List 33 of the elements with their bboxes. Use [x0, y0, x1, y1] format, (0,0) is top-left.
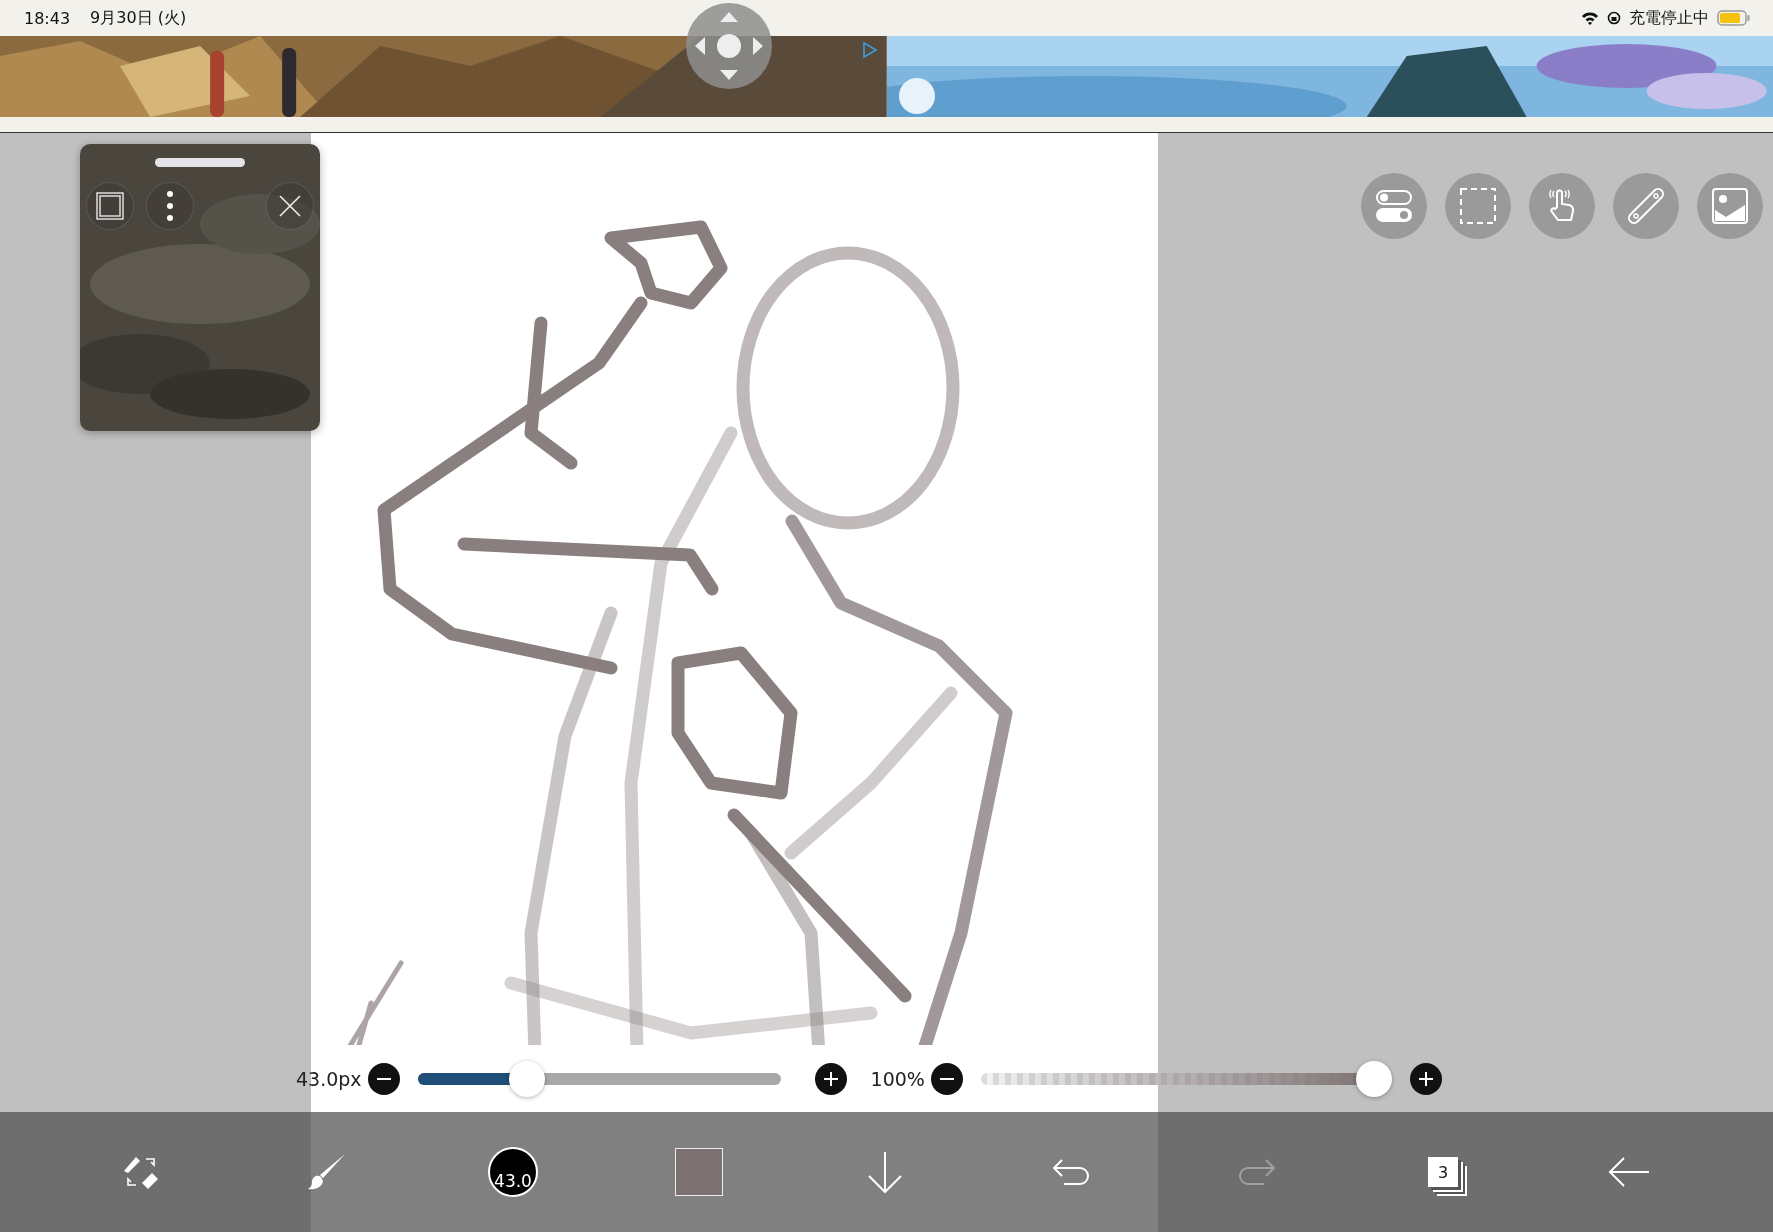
slider-thumb[interactable]	[1355, 1061, 1392, 1097]
brush-icon[interactable]	[307, 1152, 347, 1192]
move-control-icon[interactable]	[685, 2, 773, 90]
plus-icon	[1418, 1072, 1433, 1086]
down-arrow-icon[interactable]	[867, 1150, 903, 1194]
battery-icon	[1717, 10, 1751, 26]
square-icon	[96, 192, 124, 220]
undo-icon[interactable]	[1052, 1158, 1090, 1186]
selection-icon	[1460, 188, 1496, 224]
close-icon	[279, 195, 301, 217]
status-time: 18:43	[24, 8, 71, 28]
ruler-icon	[1627, 187, 1665, 225]
toggle-switch-icon	[1376, 190, 1412, 222]
wifi-icon	[1581, 11, 1599, 25]
increase-button[interactable]	[1409, 1063, 1442, 1095]
charging-status: 充電停止中	[1629, 7, 1709, 29]
color-swatch[interactable]	[675, 1148, 723, 1196]
drag-handle[interactable]	[155, 158, 245, 167]
plus-icon	[823, 1072, 838, 1086]
lock-rotation-icon	[1607, 11, 1621, 25]
status-date: 9月30日 (火)	[90, 7, 187, 29]
minus-icon	[376, 1078, 391, 1080]
more-button[interactable]	[146, 182, 194, 230]
brush-size-indicator[interactable]: 43.0	[488, 1147, 538, 1197]
slider-reading: 43.0px	[296, 1068, 362, 1090]
frame-button[interactable]	[86, 182, 134, 230]
more-icon	[166, 190, 174, 222]
ad-choices-icon[interactable]	[862, 42, 878, 58]
slider-reading: 100%	[870, 1068, 925, 1090]
back-arrow-icon[interactable]	[1608, 1157, 1650, 1187]
close-button[interactable]	[266, 182, 314, 230]
image-icon	[1712, 188, 1748, 224]
minus-icon	[939, 1078, 954, 1080]
